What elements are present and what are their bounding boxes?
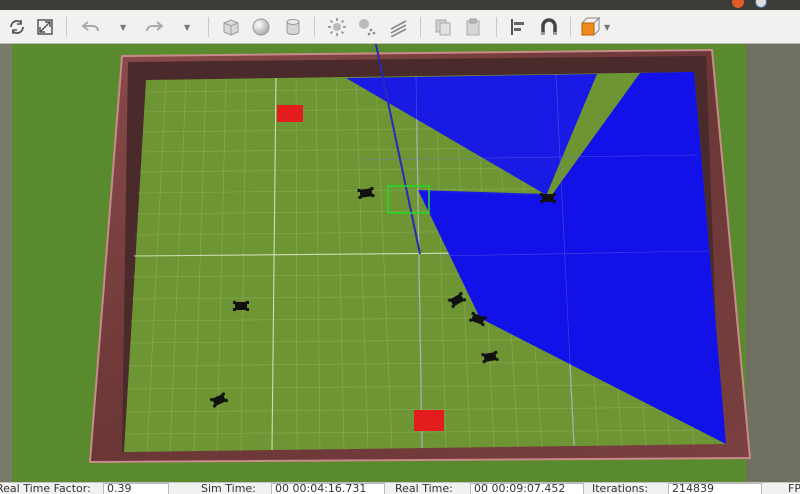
3d-scene-view[interactable] xyxy=(0,39,800,482)
fullscreen-icon[interactable] xyxy=(34,16,56,38)
real-time-label: Real Time: xyxy=(395,482,453,494)
magnet-icon[interactable] xyxy=(538,16,560,38)
fps-label: FPS: xyxy=(788,482,800,494)
box-icon[interactable] xyxy=(220,16,242,38)
window-title-strip xyxy=(0,0,800,10)
sim-time-label: Sim Time: xyxy=(201,482,256,494)
status-bar: Real Time Factor: 0.39 Sim Time: 00 00:0… xyxy=(0,482,800,494)
toolbar: ▼ ▼ ▼ xyxy=(0,10,800,44)
refresh-icon[interactable] xyxy=(6,16,28,38)
goal-marker xyxy=(414,410,444,431)
spot-light-icon[interactable] xyxy=(356,16,378,38)
undo-dropdown-icon[interactable]: ▼ xyxy=(120,23,126,32)
view-angle-dropdown-icon[interactable]: ▼ xyxy=(604,23,610,32)
redo-icon[interactable] xyxy=(143,16,165,38)
real-time-factor-value: 0.39 xyxy=(103,483,169,494)
point-light-icon[interactable] xyxy=(326,16,348,38)
iterations-value: 214839 xyxy=(668,483,762,494)
redo-dropdown-icon[interactable]: ▼ xyxy=(184,23,190,32)
real-time-value: 00 00:09:07.452 xyxy=(470,483,584,494)
robot[interactable] xyxy=(233,301,249,311)
real-time-factor-label: Real Time Factor: xyxy=(0,482,91,494)
align-icon[interactable] xyxy=(508,16,530,38)
background-grey-band xyxy=(746,44,800,482)
view-angle-icon[interactable] xyxy=(580,16,602,38)
robot[interactable] xyxy=(540,193,556,203)
close-icon[interactable] xyxy=(732,0,744,8)
goal-marker xyxy=(277,105,303,122)
minimize-icon[interactable] xyxy=(755,0,767,8)
copy-icon[interactable] xyxy=(432,16,454,38)
undo-icon[interactable] xyxy=(80,16,102,38)
sim-time-value: 00 00:04:16.731 xyxy=(271,483,385,494)
gazebo-window: ▼ ▼ ▼ Real Time Factor: 0.39 Sim Time: 0… xyxy=(0,0,800,494)
cylinder-icon[interactable] xyxy=(282,16,304,38)
paste-icon[interactable] xyxy=(462,16,484,38)
directional-light-icon[interactable] xyxy=(388,16,410,38)
sphere-icon[interactable] xyxy=(250,16,272,38)
iterations-label: Iterations: xyxy=(592,482,649,494)
